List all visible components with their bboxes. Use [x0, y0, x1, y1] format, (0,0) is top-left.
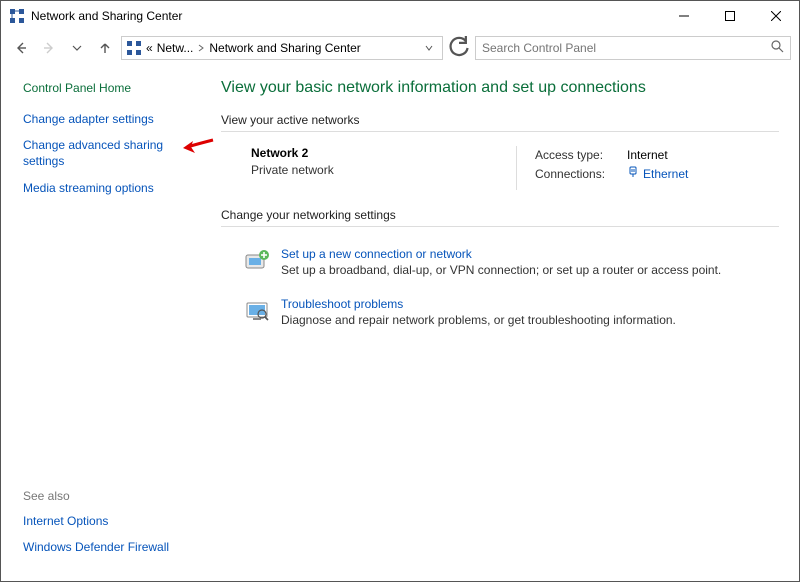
access-type-value: Internet	[627, 146, 668, 165]
page-title: View your basic network information and …	[221, 79, 779, 97]
up-button[interactable]	[93, 36, 117, 60]
task-new-connection-link[interactable]: Set up a new connection or network	[281, 247, 721, 261]
sidebar-link-firewall[interactable]: Windows Defender Firewall	[23, 539, 187, 555]
back-button[interactable]	[9, 36, 33, 60]
task-new-connection: Set up a new connection or network Set u…	[221, 241, 779, 291]
search-input[interactable]	[482, 41, 771, 55]
ethernet-icon	[627, 165, 639, 184]
network-name: Network 2	[251, 146, 516, 160]
see-also-section: See also Internet Options Windows Defend…	[23, 489, 199, 569]
chevron-right-icon	[197, 41, 205, 55]
search-icon	[771, 40, 784, 56]
app-icon	[9, 8, 25, 24]
sidebar-link-advanced-sharing[interactable]: Change advanced sharing settings	[23, 137, 187, 169]
titlebar: Network and Sharing Center	[1, 1, 799, 31]
new-connection-icon	[243, 247, 271, 275]
vertical-divider	[516, 146, 517, 190]
breadcrumb-item-2[interactable]: Network and Sharing Center	[209, 41, 360, 55]
close-button[interactable]	[753, 1, 799, 31]
network-details: Access type: Internet Connections: Ether…	[535, 146, 688, 190]
annotation-arrow-icon	[181, 137, 215, 162]
search-box[interactable]	[475, 36, 791, 60]
task-troubleshoot-link[interactable]: Troubleshoot problems	[281, 297, 676, 311]
sidebar-link-adapter-settings[interactable]: Change adapter settings	[23, 111, 187, 127]
active-network-row: Network 2 Private network Access type: I…	[221, 146, 779, 208]
recent-locations-button[interactable]	[65, 36, 89, 60]
refresh-button[interactable]	[447, 36, 471, 60]
control-panel-icon	[126, 40, 142, 56]
see-also-label: See also	[23, 489, 199, 503]
connection-link[interactable]: Ethernet	[627, 165, 688, 184]
maximize-button[interactable]	[707, 1, 753, 31]
change-settings-heading: Change your networking settings	[221, 208, 779, 227]
connection-name: Ethernet	[643, 165, 688, 184]
breadcrumb-item-1[interactable]: Netw...	[157, 41, 206, 55]
active-networks-heading: View your active networks	[221, 113, 779, 132]
breadcrumb-item-1-label: Netw...	[157, 41, 194, 55]
window-title: Network and Sharing Center	[31, 9, 182, 23]
body: Control Panel Home Change adapter settin…	[1, 65, 799, 581]
sidebar-link-media-streaming[interactable]: Media streaming options	[23, 180, 187, 196]
window-frame: Network and Sharing Center	[0, 0, 800, 582]
breadcrumb-root[interactable]: «	[146, 41, 153, 55]
task-new-connection-desc: Set up a broadband, dial-up, or VPN conn…	[281, 263, 721, 277]
access-type-label: Access type:	[535, 146, 617, 165]
network-identity: Network 2 Private network	[251, 146, 516, 190]
minimize-button[interactable]	[661, 1, 707, 31]
breadcrumb-item-2-label: Network and Sharing Center	[209, 41, 360, 55]
network-type: Private network	[251, 163, 516, 177]
sidebar: Control Panel Home Change adapter settin…	[1, 65, 211, 581]
connections-label: Connections:	[535, 165, 617, 184]
address-bar[interactable]: « Netw... Network and Sharing Center	[121, 36, 443, 60]
control-panel-home-link[interactable]: Control Panel Home	[23, 81, 199, 95]
task-troubleshoot-desc: Diagnose and repair network problems, or…	[281, 313, 676, 327]
breadcrumb-root-abbrev: «	[146, 41, 153, 55]
troubleshoot-icon	[243, 297, 271, 325]
address-dropdown-button[interactable]	[420, 43, 438, 53]
task-troubleshoot: Troubleshoot problems Diagnose and repai…	[221, 291, 779, 341]
main-content: View your basic network information and …	[211, 65, 799, 581]
toolbar: « Netw... Network and Sharing Center	[1, 31, 799, 65]
forward-button[interactable]	[37, 36, 61, 60]
sidebar-link-internet-options[interactable]: Internet Options	[23, 513, 187, 529]
